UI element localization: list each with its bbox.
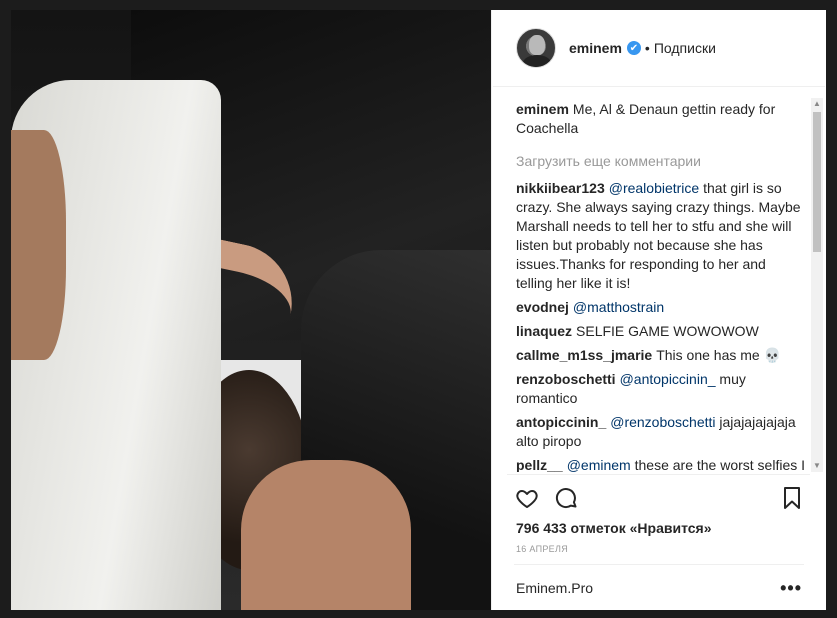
caption: eminem Me, Al & Denaun gettin ready for C… (516, 100, 806, 138)
header-separator: • (644, 40, 650, 56)
post-modal: eminem ✔ • Подписки eminem Me, Al & Denau… (11, 10, 826, 610)
author-avatar[interactable] (516, 28, 556, 68)
comment-icon[interactable] (555, 480, 579, 510)
comment-username[interactable]: callme_m1ss_jmarie (516, 347, 652, 363)
comment-text: that girl is so crazy. She always saying… (516, 180, 801, 291)
comment-text: This one has me 💀 (656, 347, 782, 363)
comment-mention[interactable]: @matthostrain (573, 299, 664, 315)
more-options-icon[interactable]: ••• (780, 579, 802, 597)
post-header: eminem ✔ • Подписки (493, 10, 825, 87)
heart-icon[interactable] (515, 480, 539, 510)
post-photo[interactable] (11, 10, 491, 610)
footer-profile-name[interactable]: Eminem.Pro (516, 580, 593, 596)
scrollbar-thumb[interactable] (813, 112, 821, 252)
comment-item: nikkiibear123 @realobietrice that girl is… (516, 179, 806, 293)
comment-username[interactable]: evodnej (516, 299, 569, 315)
comment-item: pellz__ @eminem these are the worst selfi… (516, 456, 806, 472)
comment-mention[interactable]: @renzoboschetti (610, 414, 715, 430)
author-username[interactable]: eminem (569, 40, 622, 56)
comment-item: linaquez SELFIE GAME WOWOWOW (516, 322, 806, 341)
photo-right-arm (241, 460, 411, 610)
comment-username[interactable]: nikkiibear123 (516, 180, 605, 196)
comment-username[interactable]: renzoboschetti (516, 371, 616, 387)
caption-username[interactable]: eminem (516, 101, 569, 117)
load-more-comments-button[interactable]: Загрузить еще комментарии (516, 152, 806, 171)
comment-username[interactable]: pellz__ (516, 457, 563, 472)
comments-list[interactable]: eminem Me, Al & Denaun gettin ready for C… (516, 100, 806, 472)
bookmark-icon[interactable] (782, 480, 802, 510)
comment-item: evodnej @matthostrain (516, 298, 806, 317)
likes-count[interactable]: 796 433 отметок «Нравится» (516, 520, 712, 536)
comment-mention[interactable]: @eminem (567, 457, 631, 472)
post-actions (507, 474, 810, 514)
post-date: 16 АПРЕЛЯ (516, 544, 568, 554)
comment-item: antopiccinin_ @renzoboschetti jajajajajaj… (516, 413, 806, 451)
photo-left-face (11, 130, 66, 360)
post-side-panel: eminem ✔ • Подписки eminem Me, Al & Denau… (491, 10, 826, 610)
comment-text: SELFIE GAME WOWOWOW (576, 323, 759, 339)
comment-mention[interactable]: @realobietrice (609, 180, 699, 196)
verified-badge-icon: ✔ (626, 41, 641, 55)
comment-username[interactable]: linaquez (516, 323, 572, 339)
comment-item: renzoboschetti @antopiccinin_ muy romanti… (516, 370, 806, 408)
comment-mention[interactable]: @antopiccinin_ (620, 371, 716, 387)
follow-status-button[interactable]: Подписки (654, 40, 716, 56)
comment-item: callme_m1ss_jmarie This one has me 💀 (516, 346, 806, 365)
comments-scrollbar[interactable]: ▲ ▼ (811, 98, 823, 472)
comment-username[interactable]: antopiccinin_ (516, 414, 606, 430)
scroll-down-icon[interactable]: ▼ (811, 460, 823, 472)
post-footer: Eminem.Pro ••• (514, 564, 804, 610)
scroll-up-icon[interactable]: ▲ (811, 98, 823, 110)
